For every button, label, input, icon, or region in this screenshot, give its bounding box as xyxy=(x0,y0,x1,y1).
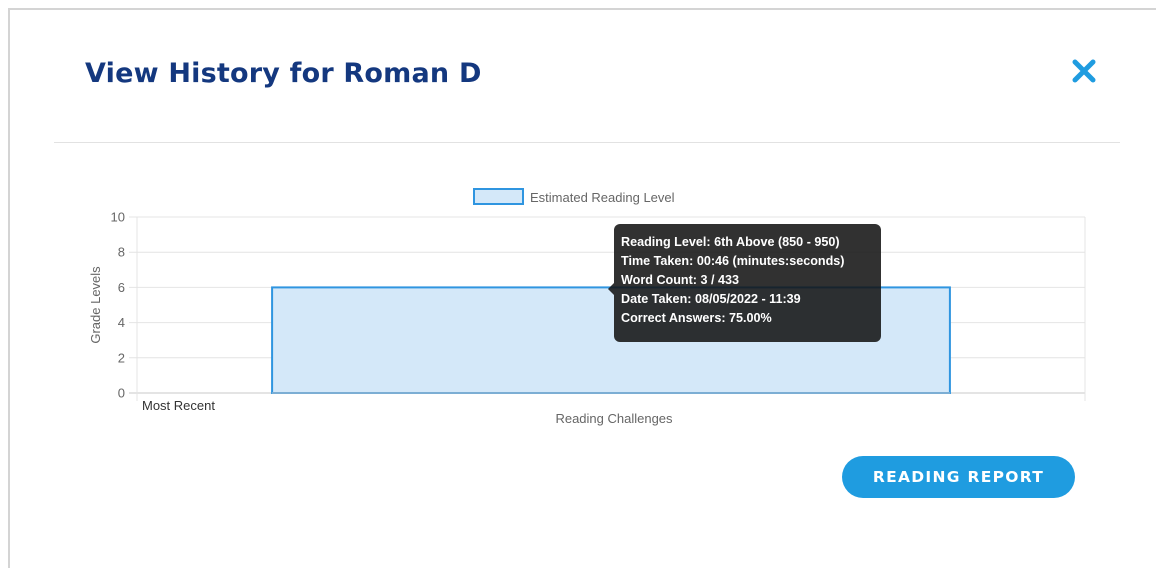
tooltip-line: Word Count: 3 / 433 xyxy=(621,273,740,287)
y-axis-label: Grade Levels xyxy=(88,266,103,344)
legend-label: Estimated Reading Level xyxy=(530,190,675,205)
legend[interactable]: Estimated Reading Level xyxy=(473,188,675,205)
y-tick-label: 10 xyxy=(111,210,125,225)
tooltip-line: Correct Answers: 75.00% xyxy=(621,311,772,325)
reading-report-button[interactable]: READING REPORT xyxy=(842,456,1075,498)
x-axis-ticks: Most Recent xyxy=(142,398,215,413)
y-tick-label: 6 xyxy=(118,280,125,295)
tooltip-line: Reading Level: 6th Above (850 - 950) xyxy=(621,235,840,249)
tooltip-line: Time Taken: 00:46 (minutes:seconds) xyxy=(621,254,845,268)
reading-level-chart: Estimated Reading Level 0 2 4 6 8 10 Grade Le… xyxy=(88,188,1086,426)
x-axis-label: Reading Challenges xyxy=(555,411,673,426)
y-axis-ticks: 0 2 4 6 8 10 xyxy=(111,210,125,401)
y-tick-label: 8 xyxy=(118,245,125,260)
tooltip-line: Date Taken: 08/05/2022 - 11:39 xyxy=(621,292,801,306)
y-tick-label: 0 xyxy=(118,386,125,401)
y-tick-label: 2 xyxy=(118,350,125,365)
bar-tooltip: Reading Level: 6th Above (850 - 950) Time… xyxy=(608,224,881,342)
legend-swatch xyxy=(473,188,524,205)
y-tick-label: 4 xyxy=(118,315,125,330)
x-tick-label: Most Recent xyxy=(142,398,215,413)
